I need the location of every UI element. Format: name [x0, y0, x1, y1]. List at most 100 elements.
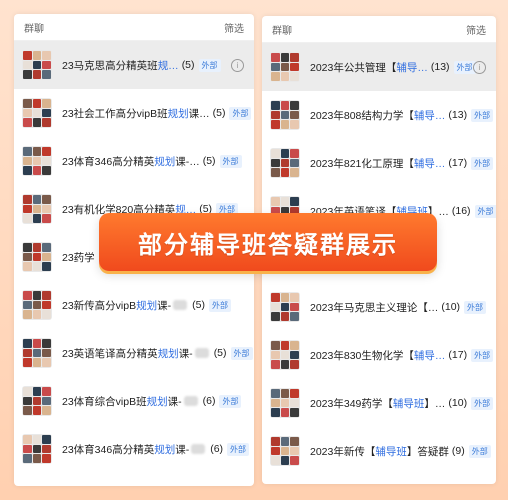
member-count: (9): [451, 445, 465, 457]
promo-banner: 部分辅导班答疑群展示: [99, 213, 437, 271]
member-count: (10): [441, 301, 461, 313]
group-name-text: 23新传高分vipB: [62, 299, 137, 312]
redacted-text: [194, 348, 209, 358]
group-avatar: [22, 242, 52, 272]
header-title: 群聊: [272, 25, 292, 37]
group-avatar: [22, 98, 52, 128]
group-name: 2023年349药学【 辅导班】…: [310, 396, 445, 411]
group-avatar: [270, 52, 300, 82]
info-icon[interactable]: i: [231, 59, 244, 72]
group-name-suffix: 课-: [167, 395, 182, 408]
group-name: 2023年808结构力学【 辅导…: [310, 108, 445, 123]
group-name-keyword: 辅导…: [413, 109, 446, 122]
external-badge: 外部: [471, 396, 494, 410]
group-avatar: [270, 100, 300, 130]
group-name-text: 23体育综合vipB班: [62, 395, 147, 408]
member-count: (17): [448, 157, 468, 169]
group-chat-row[interactable]: 2023年马克思主义理论【… (10) 外部: [262, 283, 496, 331]
group-chat-row[interactable]: 2023年公共管理【 辅导… (13) 外部 i: [262, 43, 496, 91]
group-avatar: [22, 50, 52, 80]
group-avatar: [22, 290, 52, 320]
group-name-keyword: 规划: [157, 347, 179, 360]
list-header: 群聊 筛选: [262, 16, 496, 43]
list-header: 群聊 筛选: [14, 14, 254, 41]
group-name-keyword: 辅导…: [396, 61, 428, 74]
group-name-text: 23马克思高分精英班: [62, 59, 158, 72]
group-name-text: 2023年马克思主义理论【…: [310, 301, 439, 314]
group-name: 23体育346高分精英 规划 课-: [62, 442, 207, 457]
external-badge: 外部: [471, 348, 494, 362]
group-chat-row[interactable]: 2023年808结构力学【 辅导… (13) 外部: [262, 91, 496, 139]
group-name-text: 23体育346高分精英: [62, 155, 155, 168]
group-avatar: [22, 146, 52, 176]
external-badge: 外部: [468, 444, 491, 458]
group-name-text: 2023年349药学【: [310, 397, 393, 410]
external-badge: 外部: [474, 204, 496, 218]
group-name: 23新传高分vipB 规划 课-: [62, 298, 189, 313]
group-chat-row[interactable]: 23新传高分vipB 规划 课- (5) 外部: [14, 281, 254, 329]
group-name: 23马克思高分精英班 规…: [62, 58, 179, 73]
group-name-text: 2023年821化工原理【: [310, 157, 414, 170]
member-count: (10): [448, 397, 468, 409]
group-chat-row[interactable]: 2023年新传【 辅导班 】答疑群 (9) 外部: [262, 427, 496, 475]
external-badge: 外部: [471, 108, 494, 122]
filter-button[interactable]: 筛选: [224, 20, 244, 35]
banner-text: 部分辅导班答疑群展示: [138, 231, 398, 259]
group-name: 23英语笔译高分精英 规划 课-: [62, 346, 211, 361]
group-chat-row[interactable]: 2023年349药学【 辅导班】… (10) 外部: [262, 379, 496, 427]
group-name-text: 2023年830生物化学【: [310, 349, 414, 362]
member-count: (13): [448, 109, 468, 121]
info-icon[interactable]: i: [473, 61, 486, 74]
group-chat-row[interactable]: 23体育346高分精英 规划 课-… (5) 外部: [14, 137, 254, 185]
group-avatar: [270, 388, 300, 418]
redacted-text: [173, 300, 188, 310]
group-chat-row[interactable]: 23马克思高分精英班 规… (5) 外部 i: [14, 41, 254, 89]
group-name: 23体育综合vipB班 规划 课-: [62, 394, 200, 409]
group-name-keyword: 辅导班: [375, 445, 407, 458]
group-name-keyword: 规划: [136, 299, 158, 312]
member-count: (5): [181, 59, 195, 71]
group-name-text: 23社会工作高分vipB班: [62, 107, 168, 120]
group-name-suffix: 】答疑群: [406, 445, 449, 458]
group-name-text: 23体育346高分精英: [62, 443, 155, 456]
group-name-text: 23英语笔译高分精英: [62, 347, 158, 360]
external-badge: 外部: [227, 442, 250, 456]
external-badge: 外部: [464, 300, 487, 314]
redacted-text: [191, 444, 206, 454]
group-chat-row[interactable]: 2023年821化工原理【 辅导… (17) 外部: [262, 139, 496, 187]
group-name-keyword: 规划: [167, 107, 189, 120]
group-avatar: [270, 292, 300, 322]
group-avatar: [270, 436, 300, 466]
member-count: (16): [451, 205, 471, 217]
member-count: (17): [448, 349, 468, 361]
filter-button[interactable]: 筛选: [466, 22, 486, 37]
external-badge: 外部: [230, 346, 253, 360]
group-avatar: [22, 386, 52, 416]
group-name-keyword: 辅导…: [413, 349, 446, 362]
group-name-keyword: 规划: [146, 395, 168, 408]
external-badge: 外部: [198, 58, 221, 72]
group-name-suffix: 课…: [188, 107, 210, 120]
external-badge: 外部: [229, 106, 252, 120]
group-chat-row[interactable]: 2023年830生物化学【 辅导… (17) 外部: [262, 331, 496, 379]
group-chat-row[interactable]: 23社会工作高分vipB班 规划 课… (5) 外部: [14, 89, 254, 137]
group-name-suffix: 课-: [157, 299, 172, 312]
external-badge: 外部: [471, 156, 494, 170]
external-badge: 外部: [219, 154, 242, 168]
group-name: 2023年821化工原理【 辅导…: [310, 156, 445, 171]
member-count: (5): [213, 347, 227, 359]
external-badge: 外部: [208, 298, 231, 312]
group-chat-row[interactable]: 23体育346高分精英 规划 课- (6) 外部: [14, 425, 254, 473]
group-name-suffix: 】…: [424, 397, 446, 410]
external-badge: 外部: [219, 394, 242, 408]
group-avatar: [270, 148, 300, 178]
group-name-keyword: 规划: [154, 443, 176, 456]
group-avatar: [22, 434, 52, 464]
group-chat-row[interactable]: 23体育综合vipB班 规划 课- (6) 外部: [14, 377, 254, 425]
group-name-keyword: 规…: [157, 59, 179, 72]
group-name-text: 2023年公共管理【: [310, 61, 397, 74]
group-chat-row[interactable]: 23英语笔译高分精英 规划 课- (5) 外部: [14, 329, 254, 377]
group-name: 2023年马克思主义理论【…: [310, 300, 438, 315]
group-name: 2023年公共管理【 辅导…: [310, 60, 428, 75]
member-count: (6): [210, 443, 224, 455]
